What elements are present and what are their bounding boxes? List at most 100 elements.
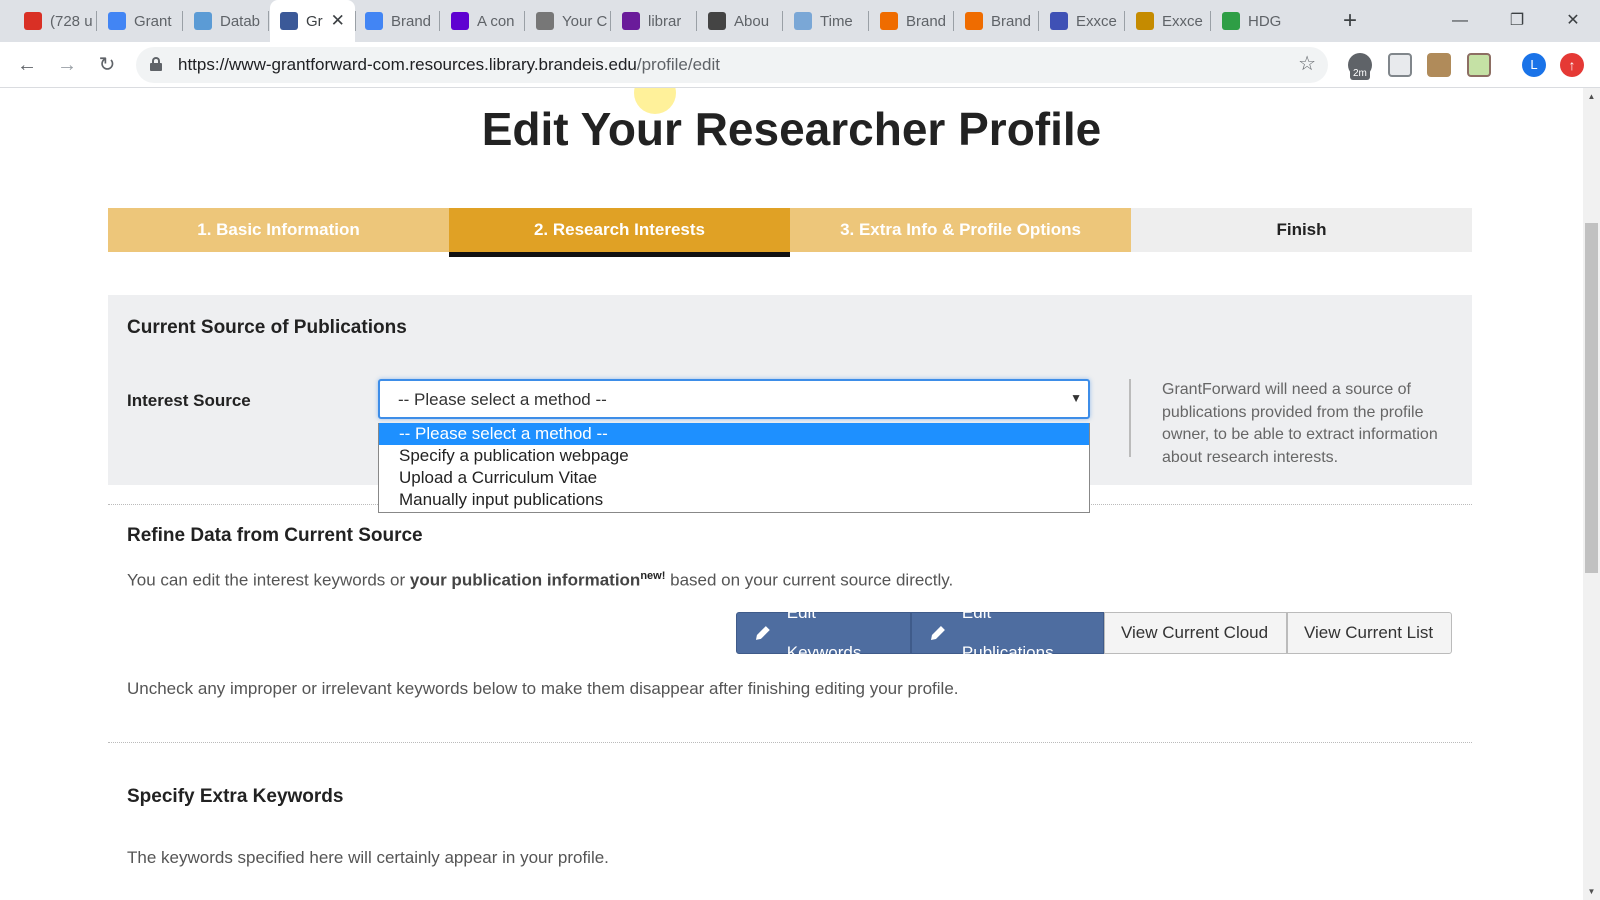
mail-icon	[24, 12, 42, 30]
tab-title: Exxce	[1162, 12, 1203, 30]
person-icon	[1222, 12, 1240, 30]
question-icon	[965, 12, 983, 30]
view-current-cloud-button[interactable]: View Current Cloud	[1104, 612, 1287, 654]
edit-publications-button[interactable]: Edit Publications	[911, 603, 1104, 662]
tab-separator	[439, 11, 440, 31]
refine-heading: Refine Data from Current Source	[127, 525, 423, 546]
lock-icon	[150, 57, 162, 71]
browser-tab[interactable]: librar	[612, 0, 696, 42]
browser-tab[interactable]: Brand	[870, 0, 953, 42]
uncheck-note: Uncheck any improper or irrelevant keywo…	[127, 679, 959, 698]
question-icon	[880, 12, 898, 30]
browser-tab[interactable]: Grant	[98, 0, 182, 42]
tab-title: Brand	[391, 12, 432, 30]
refine-button-group: Edit Keywords Edit Publications View Cur…	[736, 603, 1452, 662]
minimize-button[interactable]: —	[1440, 6, 1480, 36]
dropdown-option[interactable]: -- Please select a method --	[379, 423, 1089, 445]
tab-separator	[696, 11, 697, 31]
browser-tab[interactable]: Brand	[355, 0, 439, 42]
interest-source-dropdown: -- Please select a method -- Specify a p…	[378, 423, 1090, 513]
pencil-icon	[930, 626, 945, 640]
tab-separator	[868, 11, 869, 31]
browser-tab[interactable]: A con	[441, 0, 524, 42]
tab-title: HDG	[1248, 12, 1282, 30]
face-icon	[708, 12, 726, 30]
tab-title: Grant	[134, 12, 172, 30]
tab-title: Datab	[220, 12, 261, 30]
tab-separator	[953, 11, 954, 31]
docs-icon	[108, 12, 126, 30]
cloud-icon	[194, 12, 212, 30]
tab-title: librar	[648, 12, 682, 30]
timer-badge: 2m	[1350, 68, 1370, 80]
browser-tab-strip: (728 u Grant Datab Gr ✕ Brand A con Your C libra…	[0, 0, 1600, 42]
pencil-icon	[755, 626, 770, 640]
browser-tab[interactable]: Abou	[698, 0, 782, 42]
browser-tab[interactable]: Your C	[526, 0, 610, 42]
restore-button[interactable]: ❐	[1497, 6, 1537, 36]
browser-tab[interactable]: Brand	[955, 0, 1038, 42]
step-extra-info[interactable]: 3. Extra Info & Profile Options	[790, 208, 1131, 252]
document-extension-icon[interactable]	[1388, 53, 1412, 77]
browser-tab[interactable]: (728 u	[14, 0, 96, 42]
forward-button[interactable]: →	[53, 51, 81, 79]
tab-separator	[96, 11, 97, 31]
tab-separator	[782, 11, 783, 31]
page-scrollbar[interactable]: ▲ ▼	[1583, 88, 1600, 900]
browser-toolbar: ← → ↻ https://www-grantforward-com.resou…	[0, 42, 1600, 88]
tab-title: Brand	[906, 12, 947, 30]
browser-tab[interactable]: Exxce	[1126, 0, 1210, 42]
tab-separator	[1038, 11, 1039, 31]
page-title: Edit Your Researcher Profile	[481, 103, 1102, 155]
notes-extension-icon[interactable]	[1467, 53, 1491, 77]
section-divider	[108, 742, 1472, 743]
close-tab-icon[interactable]: ✕	[331, 11, 345, 31]
browser-tab[interactable]: HDG	[1212, 0, 1296, 42]
browser-tab[interactable]: Datab	[184, 0, 268, 42]
interest-source-label: Interest Source	[127, 391, 251, 410]
calendar-icon	[365, 12, 383, 30]
back-button[interactable]: ←	[13, 51, 41, 79]
dots-icon	[1050, 12, 1068, 30]
tab-separator	[268, 11, 269, 31]
browser-tab[interactable]: Time	[784, 0, 868, 42]
profile-avatar[interactable]: L	[1522, 53, 1546, 77]
tab-separator	[610, 11, 611, 31]
step-research-interests[interactable]: 2. Research Interests	[449, 208, 790, 257]
tab-title: Abou	[734, 12, 770, 30]
dropdown-option[interactable]: Specify a publication webpage	[379, 445, 1089, 467]
yahoo-icon	[451, 12, 469, 30]
select-value: -- Please select a method --	[398, 390, 607, 409]
view-current-list-button[interactable]: View Current List	[1287, 612, 1452, 654]
close-window-button[interactable]: ✕	[1553, 6, 1593, 36]
tab-title: Time	[820, 12, 853, 30]
dropdown-option[interactable]: Upload a Curriculum Vitae	[379, 467, 1089, 489]
edit-keywords-button[interactable]: Edit Keywords	[736, 603, 911, 662]
url-text: https://www-grantforward-com.resources.l…	[178, 55, 721, 74]
dropdown-option[interactable]: Manually input publications	[379, 489, 1089, 511]
reload-button[interactable]: ↻	[93, 51, 121, 79]
scrollbar-thumb[interactable]	[1585, 223, 1598, 573]
grantforward-icon	[280, 12, 298, 30]
tab-title: Exxce	[1076, 12, 1117, 30]
books-extension-icon[interactable]	[1427, 53, 1451, 77]
update-icon[interactable]: ↑	[1560, 53, 1584, 77]
tab-separator	[1210, 11, 1211, 31]
interest-source-select[interactable]: -- Please select a method -- ▼	[378, 379, 1090, 419]
scroll-down-arrow[interactable]: ▼	[1583, 883, 1600, 900]
tab-separator	[524, 11, 525, 31]
new-tab-button[interactable]: +	[1335, 6, 1365, 36]
clock-icon	[794, 12, 812, 30]
browser-tab[interactable]: Gr ✕	[270, 0, 355, 42]
step-basic-information[interactable]: 1. Basic Information	[108, 208, 449, 252]
step-finish[interactable]: Finish	[1131, 208, 1472, 252]
wizard-steps: 1. Basic Information 2. Research Interes…	[108, 208, 1472, 257]
glasses-icon	[536, 12, 554, 30]
address-bar[interactable]: https://www-grantforward-com.resources.l…	[136, 47, 1328, 83]
figure-icon	[1136, 12, 1154, 30]
browser-tab[interactable]: Exxce	[1040, 0, 1124, 42]
bookmark-star-icon[interactable]: ☆	[1298, 51, 1316, 76]
scroll-up-arrow[interactable]: ▲	[1583, 88, 1600, 105]
tab-title: Brand	[991, 12, 1032, 30]
tab-separator	[182, 11, 183, 31]
